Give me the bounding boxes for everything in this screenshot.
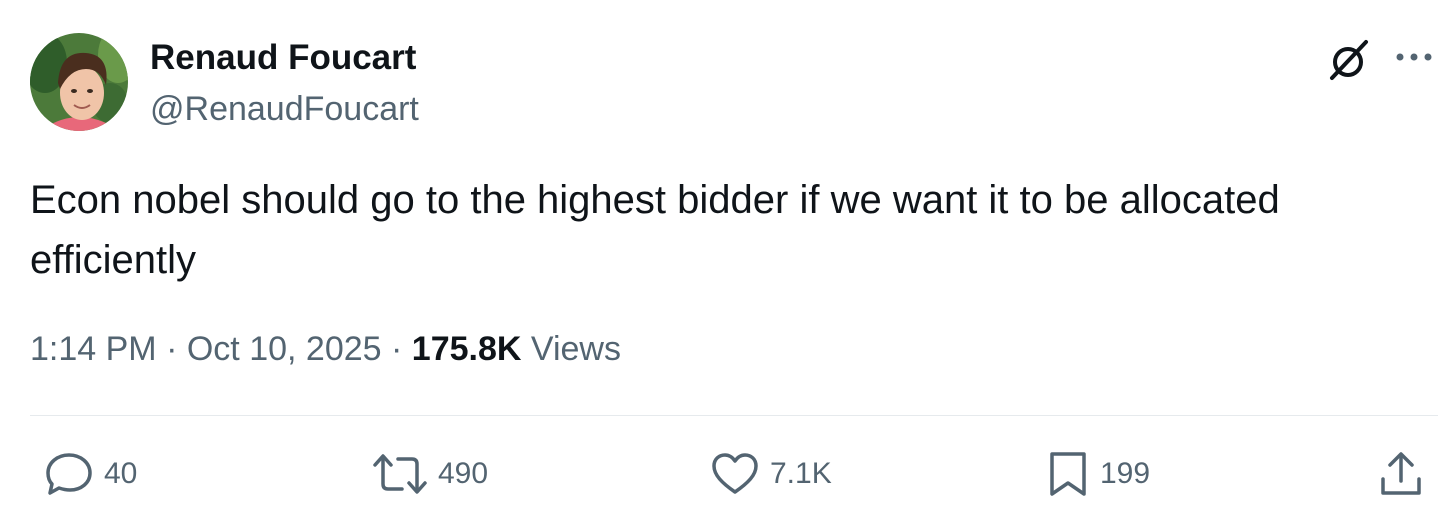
meta-separator: · xyxy=(166,330,187,368)
repost-icon xyxy=(373,454,427,494)
author-handle[interactable]: @RenaudFoucart xyxy=(150,90,419,129)
tweet-time[interactable]: 1:14 PM xyxy=(30,330,157,368)
repost-count: 490 xyxy=(438,457,489,490)
views-count: 175.8K xyxy=(411,330,522,368)
share-icon xyxy=(1381,452,1421,495)
views-label: Views xyxy=(530,330,621,368)
like-count: 7.1K xyxy=(770,457,832,490)
grok-icon[interactable] xyxy=(1326,36,1372,82)
bookmark-button[interactable]: 199 xyxy=(1046,450,1150,498)
share-button[interactable] xyxy=(1378,450,1424,498)
tweet-meta: 1:14 PM · Oct 10, 2025 · 175.8K Views xyxy=(30,330,621,369)
tweet-text: Econ nobel should go to the highest bidd… xyxy=(30,178,1280,282)
reply-button[interactable]: 40 xyxy=(44,450,137,498)
repost-button[interactable]: 490 xyxy=(372,450,488,498)
author-name[interactable]: Renaud Foucart xyxy=(150,38,416,78)
meta-separator: · xyxy=(391,330,412,368)
tweet-date[interactable]: Oct 10, 2025 xyxy=(187,330,382,368)
avatar-photo xyxy=(30,33,128,131)
reply-icon xyxy=(46,453,92,495)
divider xyxy=(30,415,1438,416)
bookmark-icon xyxy=(1050,452,1086,496)
more-options-icon[interactable] xyxy=(1394,50,1434,64)
like-icon xyxy=(712,453,758,494)
avatar[interactable] xyxy=(30,33,128,131)
bookmark-count: 199 xyxy=(1100,457,1151,490)
tweet-card: Renaud Foucart @RenaudFoucart Econ nobel… xyxy=(0,0,1456,521)
reply-count: 40 xyxy=(104,457,138,490)
like-button[interactable]: 7.1K xyxy=(710,450,832,498)
